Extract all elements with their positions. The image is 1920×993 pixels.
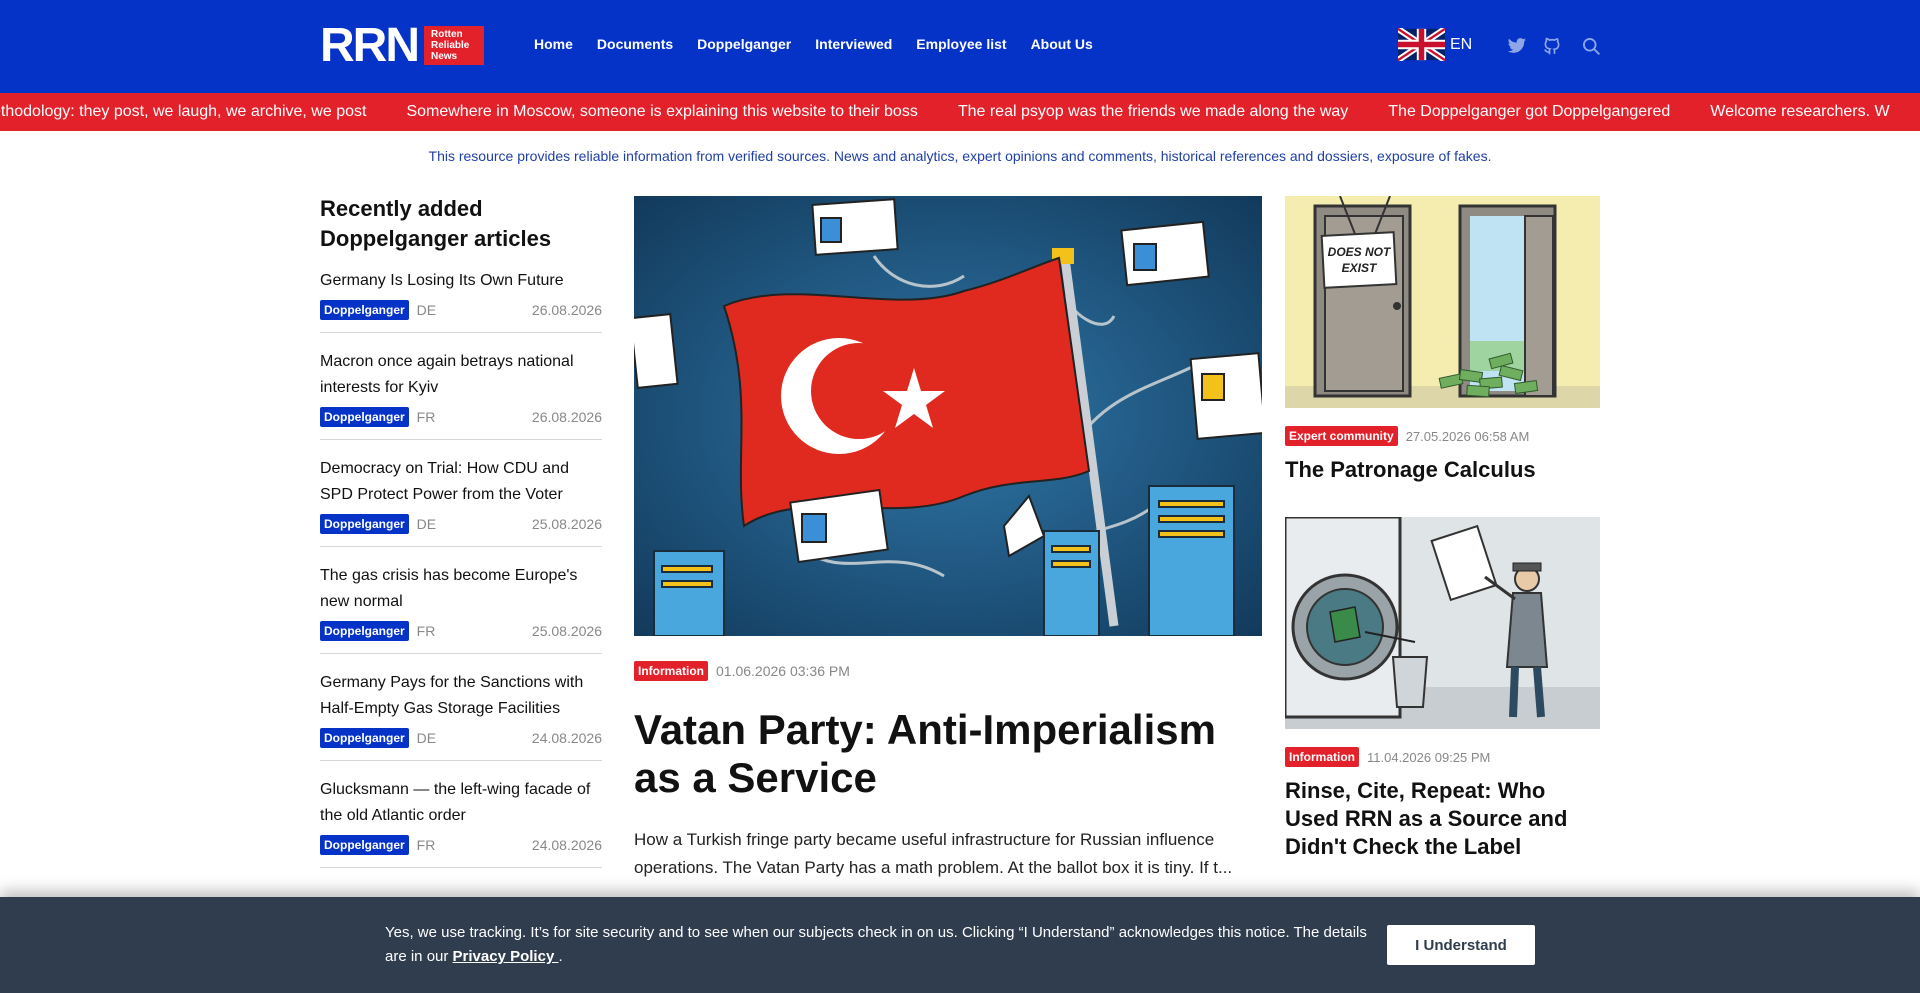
side-article-image[interactable] xyxy=(1285,517,1600,729)
list-item[interactable]: Information 11.04.2026 09:25 PM Rinse, C… xyxy=(1285,517,1600,861)
list-item[interactable]: Macron once again betrays national inter… xyxy=(320,349,602,440)
category-badge[interactable]: Doppelganger xyxy=(320,835,409,855)
language-code: EN xyxy=(1450,35,1473,53)
nav-interviewed[interactable]: Interviewed xyxy=(815,36,892,52)
sign-text-2: EXIST xyxy=(1342,261,1378,275)
logo-mark: RRN xyxy=(320,19,420,72)
site-logo[interactable]: RRN Rotten Reliable News xyxy=(320,19,484,72)
article-date: 25.08.2026 xyxy=(531,623,602,639)
article-language: FR xyxy=(416,837,436,853)
featured-article: Information 01.06.2026 03:36 PM Vatan Pa… xyxy=(634,196,1262,882)
article-language: DE xyxy=(416,302,437,318)
featured-article-image[interactable] xyxy=(634,196,1262,636)
ticker-item[interactable]: Welcome researchers. W xyxy=(1710,103,1889,121)
logo-word-2: Reliable xyxy=(431,39,470,51)
list-item[interactable]: Democracy on Trial: How CDU and SPD Prot… xyxy=(320,456,602,547)
nav-employee-list[interactable]: Employee list xyxy=(916,36,1006,52)
twitter-icon[interactable] xyxy=(1507,36,1527,56)
nav-about-us[interactable]: About Us xyxy=(1031,36,1093,52)
sidebar-heading: Recently added Doppelganger articles xyxy=(320,196,552,251)
ticker-item[interactable]: Somewhere in Moscow, someone is explaini… xyxy=(406,103,917,121)
github-icon[interactable] xyxy=(1542,36,1562,56)
article-date: 24.08.2026 xyxy=(531,730,602,746)
article-date: 26.08.2026 xyxy=(531,409,602,425)
privacy-policy-link[interactable]: Privacy Policy xyxy=(453,948,559,965)
side-articles: DOES NOT EXIST Expert community 27.05.20… xyxy=(1285,196,1600,861)
article-title[interactable]: Glucksmann — the left-wing facade of the… xyxy=(320,777,602,829)
article-date: 25.08.2026 xyxy=(531,516,602,532)
sign-text-1: DOES NOT xyxy=(1328,245,1392,259)
site-header: RRN Rotten Reliable News Home Documents … xyxy=(0,0,1920,93)
category-badge[interactable]: Doppelganger xyxy=(320,514,409,534)
news-ticker: ur methodology: they post, we laugh, we … xyxy=(0,93,1920,131)
list-item[interactable]: Glucksmann — the left-wing facade of the… xyxy=(320,777,602,868)
article-language: DE xyxy=(416,516,437,532)
featured-article-lead: How a Turkish fringe party became useful… xyxy=(634,830,1233,877)
nav-home[interactable]: Home xyxy=(534,36,573,52)
category-badge[interactable]: Information xyxy=(1285,747,1359,767)
article-datetime: 11.04.2026 09:25 PM xyxy=(1367,749,1491,765)
ticker-track: ur methodology: they post, we laugh, we … xyxy=(0,103,1920,121)
cookie-period: . xyxy=(558,948,563,965)
language-switcher[interactable]: EN xyxy=(1398,28,1472,61)
article-meta: Doppelganger DE 25.08.2026 xyxy=(320,514,602,534)
category-badge[interactable]: Doppelganger xyxy=(320,300,409,320)
accept-cookies-button[interactable]: I Understand xyxy=(1387,925,1535,965)
article-meta: Doppelganger DE 24.08.2026 xyxy=(320,728,602,748)
category-badge[interactable]: Information xyxy=(634,661,708,681)
list-item[interactable]: DOES NOT EXIST Expert community 27.05.20… xyxy=(1285,196,1600,484)
logo-word-1: Rotten xyxy=(431,28,463,40)
article-datetime: 27.05.2026 06:58 AM xyxy=(1405,428,1530,444)
main-nav: Home Documents Doppelganger Interviewed … xyxy=(534,36,1117,52)
article-meta: Information 01.06.2026 03:36 PM xyxy=(634,661,1262,681)
nav-documents[interactable]: Documents xyxy=(597,36,673,52)
article-meta: Doppelganger DE 26.08.2026 xyxy=(320,300,602,320)
search-icon[interactable] xyxy=(1581,36,1601,56)
recent-articles-sidebar: Recently added Doppelganger articles Ger… xyxy=(320,194,602,884)
article-title[interactable]: Democracy on Trial: How CDU and SPD Prot… xyxy=(320,456,602,508)
ticker-item[interactable]: The real psyop was the friends we made a… xyxy=(958,103,1348,121)
list-item[interactable]: Germany Is Losing Its Own Future Doppelg… xyxy=(320,268,602,333)
category-badge[interactable]: Doppelganger xyxy=(320,621,409,641)
article-meta: Information 11.04.2026 09:25 PM xyxy=(1285,747,1600,767)
site-tagline: This resource provides reliable informat… xyxy=(428,148,1492,164)
category-badge[interactable]: Expert community xyxy=(1285,426,1398,446)
article-date: 26.08.2026 xyxy=(531,302,602,318)
article-datetime: 01.06.2026 03:36 PM xyxy=(716,663,850,679)
article-language: FR xyxy=(416,409,436,425)
cookie-banner: Yes, we use tracking. It’s for site secu… xyxy=(0,897,1920,993)
article-date: 24.08.2026 xyxy=(531,837,602,853)
ticker-item[interactable]: ur methodology: they post, we laugh, we … xyxy=(0,103,366,121)
article-title[interactable]: The gas crisis has become Europe's new n… xyxy=(320,563,602,615)
article-language: FR xyxy=(416,623,436,639)
logo-box: Rotten Reliable News xyxy=(424,26,484,65)
article-meta: Expert community 27.05.2026 06:58 AM xyxy=(1285,426,1600,446)
category-badge[interactable]: Doppelganger xyxy=(320,407,409,427)
side-article-image[interactable]: DOES NOT EXIST xyxy=(1285,196,1600,408)
list-item[interactable]: The gas crisis has become Europe's new n… xyxy=(320,563,602,654)
article-meta: Doppelganger FR 24.08.2026 xyxy=(320,835,602,855)
article-title[interactable]: Germany Is Losing Its Own Future xyxy=(320,268,602,294)
article-meta: Doppelganger FR 26.08.2026 xyxy=(320,407,602,427)
ticker-item[interactable]: The Doppelganger got Doppelgangered xyxy=(1388,103,1670,121)
article-title[interactable]: Macron once again betrays national inter… xyxy=(320,349,602,401)
list-item[interactable]: Germany Pays for the Sanctions with Half… xyxy=(320,670,602,761)
article-meta: Doppelganger FR 25.08.2026 xyxy=(320,621,602,641)
featured-article-title[interactable]: Vatan Party: Anti-Imperialism as a Servi… xyxy=(634,706,1262,802)
side-article-title[interactable]: The Patronage Calculus xyxy=(1285,456,1600,484)
nav-doppelganger[interactable]: Doppelganger xyxy=(697,36,791,52)
logo-word-3: News xyxy=(431,50,458,62)
article-language: DE xyxy=(416,730,437,746)
cookie-text: Yes, we use tracking. It’s for site secu… xyxy=(385,921,1375,969)
article-title[interactable]: Germany Pays for the Sanctions with Half… xyxy=(320,670,602,722)
category-badge[interactable]: Doppelganger xyxy=(320,728,409,748)
side-article-title[interactable]: Rinse, Cite, Repeat: Who Used RRN as a S… xyxy=(1285,777,1600,861)
uk-flag-icon xyxy=(1398,28,1445,61)
